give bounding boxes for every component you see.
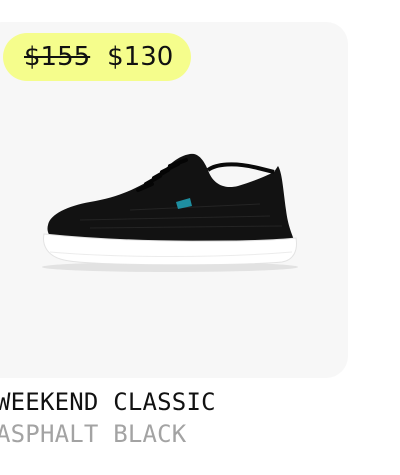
price-badge: $155 $130 [3, 33, 192, 81]
product-name[interactable]: WEEKEND CLASSIC [0, 388, 216, 416]
product-card[interactable]: $155 $130 WEEKEND CLASSIC ASPHALT BLACK [0, 0, 400, 475]
sneaker-icon [42, 153, 298, 272]
sale-price: $130 [107, 42, 174, 72]
product-color: ASPHALT BLACK [0, 420, 187, 448]
original-price: $155 [24, 42, 91, 72]
